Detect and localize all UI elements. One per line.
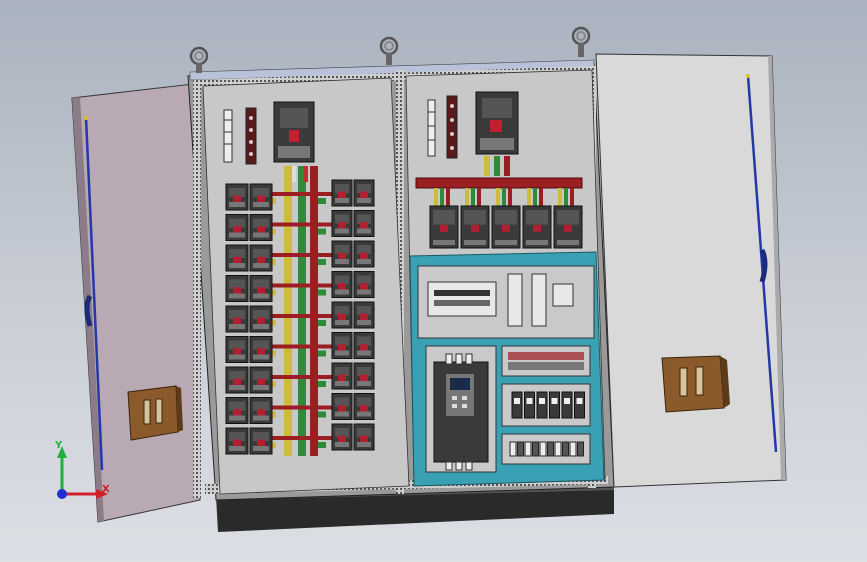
cross-busbar <box>264 222 336 227</box>
terminal-row-top <box>501 345 591 377</box>
cross-busbar <box>264 405 336 410</box>
plc-module <box>427 281 497 317</box>
left-door-handle[interactable] <box>127 385 183 441</box>
circuit-breaker <box>353 271 375 298</box>
left-door <box>71 83 201 523</box>
circuit-breaker <box>553 205 583 249</box>
x-axis-label: X <box>102 484 110 495</box>
circuit-breaker <box>225 244 249 272</box>
circuit-breaker <box>225 305 249 333</box>
circuit-breaker <box>249 214 273 241</box>
terminal-block <box>547 441 554 457</box>
circuit-breaker <box>353 301 375 329</box>
terminal-block <box>517 441 524 457</box>
left-busbars <box>284 166 318 456</box>
circuit-breaker <box>353 240 375 268</box>
circuit-breaker <box>522 205 552 249</box>
cross-busbar <box>264 192 336 196</box>
terminal-block <box>509 441 517 457</box>
terminal-block <box>554 441 562 457</box>
right-busbar-vertical <box>446 95 458 159</box>
lifting-eye-center <box>379 36 399 65</box>
circuit-breaker <box>331 393 353 420</box>
cross-busbar <box>264 283 336 288</box>
terminal-block <box>532 441 539 457</box>
relay <box>574 391 585 419</box>
cross-busbar <box>264 253 336 257</box>
terminal-block <box>562 441 569 457</box>
terminal-block <box>577 441 584 457</box>
circuit-breaker <box>353 332 375 359</box>
relay-block <box>552 283 574 307</box>
circuit-breaker <box>249 397 273 424</box>
z-axis-dot <box>57 489 67 499</box>
circuit-breaker <box>249 275 273 302</box>
cross-busbar <box>264 436 336 440</box>
circuit-breaker <box>331 301 353 329</box>
circuit-breaker <box>331 210 353 237</box>
circuit-breaker <box>331 179 353 207</box>
lifting-eye-left <box>189 46 209 73</box>
left-terminal-strip-b <box>245 107 257 165</box>
circuit-breaker <box>225 427 249 455</box>
right-door <box>595 53 787 488</box>
circuit-breaker <box>249 244 273 272</box>
cross-busbar <box>264 375 336 379</box>
circuit-breaker <box>225 214 249 241</box>
circuit-breaker <box>249 366 273 394</box>
circuit-breaker <box>225 183 249 211</box>
circuit-breaker <box>249 305 273 333</box>
circuit-breaker <box>225 275 249 302</box>
control-subpanel <box>409 251 605 487</box>
left-main-breaker <box>273 101 315 163</box>
circuit-breaker <box>429 205 459 249</box>
circuit-breaker <box>491 205 521 249</box>
circuit-breaker <box>331 240 353 268</box>
relay <box>536 391 548 419</box>
right-horizontal-busbar <box>415 177 583 189</box>
circuit-breaker <box>331 271 353 298</box>
din-rail-module-2 <box>531 273 547 327</box>
right-door-handle[interactable] <box>661 355 730 413</box>
circuit-breaker <box>225 366 249 394</box>
lifting-eye-right <box>571 26 591 57</box>
circuit-breaker <box>353 362 375 390</box>
circuit-breaker <box>225 336 249 363</box>
relay <box>561 391 573 419</box>
left-door-hinge-icon <box>84 294 93 327</box>
circuit-breaker <box>353 423 375 451</box>
circuit-breaker <box>225 397 249 424</box>
circuit-breaker <box>331 423 353 451</box>
frequency-inverter <box>433 353 489 471</box>
circuit-breaker <box>249 183 273 211</box>
circuit-breaker <box>249 336 273 363</box>
terminal-block <box>569 441 577 457</box>
circuit-breaker <box>353 179 375 207</box>
cross-busbar <box>264 314 336 318</box>
terminal-block <box>524 441 532 457</box>
circuit-breaker <box>353 210 375 237</box>
circuit-breaker <box>353 393 375 420</box>
y-axis-label: Y <box>55 440 63 451</box>
circuit-breaker <box>249 427 273 455</box>
circuit-breaker <box>331 362 353 390</box>
relay <box>511 391 523 419</box>
relay <box>524 391 535 419</box>
circuit-breaker <box>331 332 353 359</box>
circuit-breaker <box>460 205 490 249</box>
din-rail-module-1 <box>507 273 523 327</box>
right-terminal-strip <box>427 99 436 157</box>
terminal-block <box>539 441 547 457</box>
left-terminal-strip-a <box>223 109 233 163</box>
cross-busbar <box>264 344 336 349</box>
electrical-cabinet-render <box>57 26 787 532</box>
relay <box>549 391 560 419</box>
